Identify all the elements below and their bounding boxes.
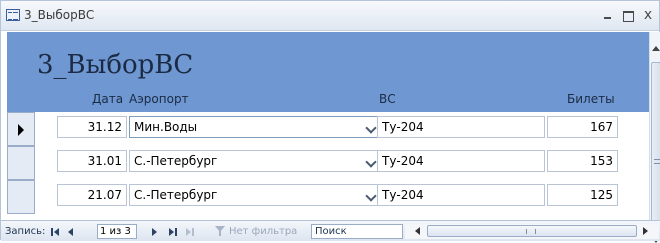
tickets-field[interactable]: 167: [547, 116, 618, 138]
record-row: 31.12 Мин.Воды Ту-204 167: [7, 112, 649, 146]
current-record-arrow-icon: [18, 124, 24, 136]
maximize-button[interactable]: [619, 5, 637, 25]
chevron-down-icon[interactable]: [364, 185, 378, 205]
first-record-button[interactable]: [49, 225, 61, 238]
airport-value: С.-Петербург: [134, 188, 218, 202]
search-input[interactable]: Поиск: [311, 224, 403, 239]
form-window: 3_ВыборВС x 3_ВыборВС Дата Аэропорт ВС Б…: [0, 0, 660, 243]
record-selector[interactable]: [7, 112, 35, 146]
previous-record-button[interactable]: [65, 225, 77, 238]
airport-value: Мин.Воды: [134, 120, 198, 134]
chevron-down-icon[interactable]: [364, 151, 378, 171]
current-record-field[interactable]: 1 из 3: [97, 224, 137, 239]
airport-combobox[interactable]: С.-Петербург: [129, 150, 379, 172]
window-title: 3_ВыборВС: [24, 8, 95, 22]
filter-status-button[interactable]: Нет фильтра: [229, 224, 297, 239]
aircraft-field[interactable]: Ту-204: [377, 184, 545, 206]
form-title: 3_ВыборВС: [37, 50, 194, 80]
last-record-button[interactable]: [167, 225, 179, 238]
scroll-left-icon[interactable]: [415, 227, 420, 235]
new-record-icon: [186, 228, 191, 236]
scroll-right-icon[interactable]: [643, 227, 648, 235]
form-header: 3_ВыборВС Дата Аэропорт ВС Билеты: [7, 32, 649, 112]
scroll-up-icon[interactable]: [652, 46, 660, 51]
vertical-scrollbar[interactable]: [649, 32, 660, 243]
close-button[interactable]: x: [639, 5, 657, 25]
date-field[interactable]: 31.12: [57, 116, 127, 138]
previous-record-icon: [68, 228, 73, 236]
tickets-field[interactable]: 153: [547, 150, 618, 172]
column-label-date: Дата: [92, 92, 124, 106]
airport-combobox[interactable]: Мин.Воды: [129, 116, 379, 138]
date-field[interactable]: 31.01: [57, 150, 127, 172]
record-row: 21.07 С.-Петербург Ту-204 125: [7, 180, 649, 214]
next-record-button[interactable]: [149, 225, 161, 238]
horizontal-scroll-thumb[interactable]: [427, 225, 637, 237]
vertical-scroll-thumb[interactable]: [651, 62, 660, 234]
first-record-icon: [51, 228, 53, 236]
record-navigation-bar: Запись: 1 из 3 Нет фильтра Поиск: [1, 220, 660, 241]
airport-combobox[interactable]: С.-Петербург: [129, 184, 379, 206]
column-label-airport: Аэропорт: [129, 92, 189, 106]
date-field[interactable]: 21.07: [57, 184, 127, 206]
column-label-aircraft: ВС: [379, 92, 396, 106]
minimize-button[interactable]: [599, 5, 617, 25]
grip-icon: [654, 159, 660, 164]
chevron-down-icon[interactable]: [364, 117, 378, 137]
aircraft-field[interactable]: Ту-204: [377, 150, 545, 172]
record-selector[interactable]: [7, 146, 35, 180]
next-record-icon: [152, 228, 157, 236]
record-selector[interactable]: [7, 180, 35, 214]
new-record-button[interactable]: [185, 225, 197, 238]
title-bar: 3_ВыборВС x: [1, 1, 659, 31]
form-icon: [6, 9, 20, 21]
column-label-tickets: Билеты: [567, 92, 615, 106]
airport-value: С.-Петербург: [134, 154, 218, 168]
grip-icon: [526, 229, 536, 234]
tickets-field[interactable]: 125: [547, 184, 618, 206]
record-label: Запись:: [5, 226, 46, 237]
horizontal-scrollbar[interactable]: [405, 224, 659, 239]
record-row: 31.01 С.-Петербург Ту-204 153: [7, 146, 649, 180]
filter-icon: [215, 226, 225, 236]
last-record-icon: [169, 228, 174, 236]
aircraft-field[interactable]: Ту-204: [377, 116, 545, 138]
